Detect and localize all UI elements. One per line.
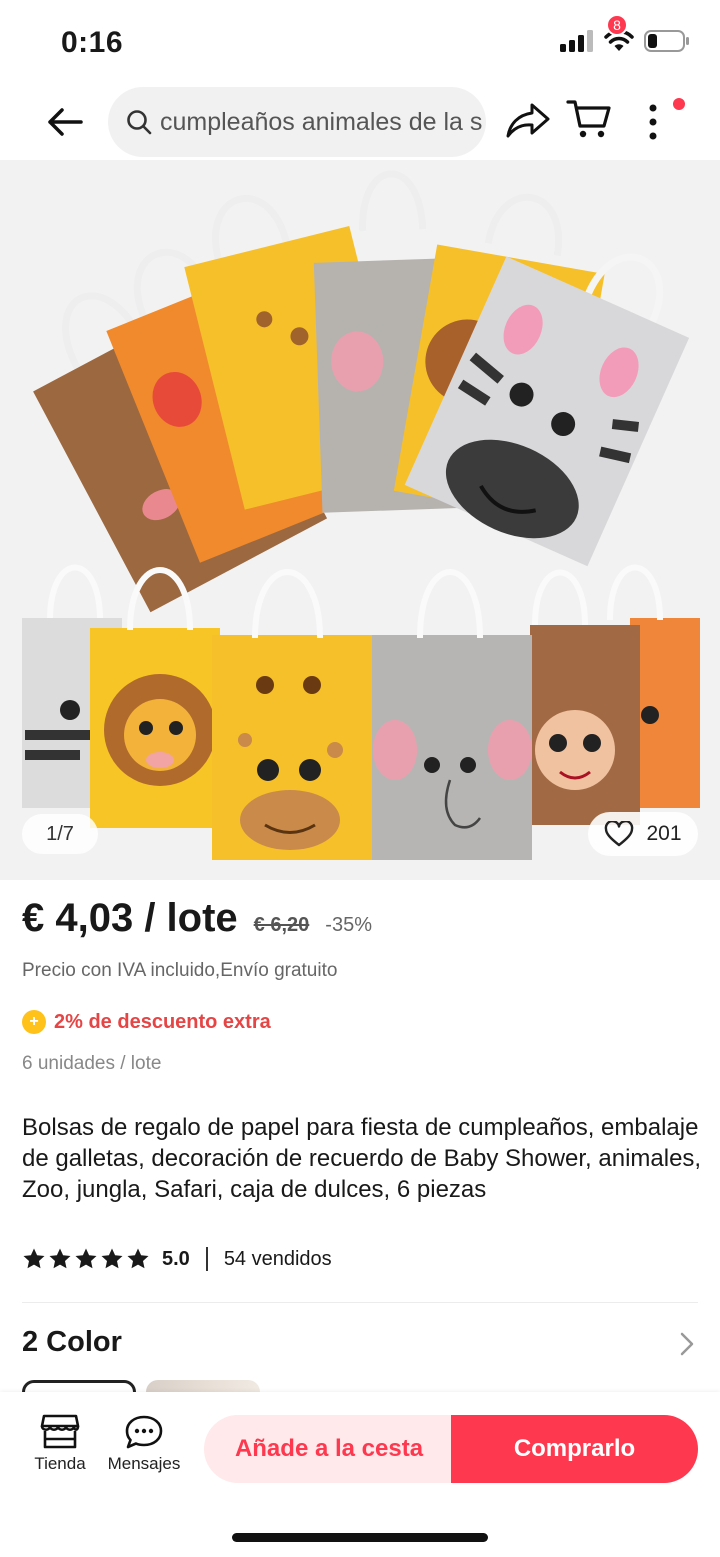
share-icon [506,103,550,138]
units-per-lot: 6 unidades / lote [22,1053,162,1074]
buy-now-button[interactable]: Comprarlo [451,1415,698,1483]
cellular-signal-icon [560,30,593,52]
sold-count: 54 vendidos [223,1247,332,1270]
home-indicator [232,1533,488,1542]
product-title[interactable]: Bolsas de regalo de papel para fiesta de… [22,1112,702,1205]
image-counter: 1/7 [22,814,98,854]
rating-row[interactable]: 5.0 54 vendidos [22,1247,332,1271]
status-icons [560,30,690,52]
store-label: Tienda [34,1454,86,1473]
battery-icon [644,30,689,52]
star-icon [49,1248,71,1269]
back-button[interactable] [40,100,90,144]
store-button[interactable]: Tienda [28,1414,92,1478]
star-icon [75,1248,97,1269]
search-bar[interactable]: cumpleaños animales de la s [108,87,486,157]
star-icon [23,1248,45,1269]
section-divider [22,1302,698,1303]
vat-shipping-note: Precio con IVA incluido,Envío gratuito [22,960,338,981]
notification-dot [673,98,685,110]
rating-separator [205,1247,208,1271]
color-selector-header[interactable]: 2 Color [22,1326,700,1366]
more-vertical-icon [649,104,657,140]
product-image-gallery[interactable]: 1/7 201 [0,160,720,880]
status-bar: 0:16 [0,0,720,84]
extra-discount-text: 2% de descuento extra [54,1010,271,1033]
current-price: € 4,03 / lote [22,896,238,940]
product-photo [0,160,720,880]
chat-bubble-icon [125,1415,163,1449]
rating-stars [22,1247,150,1271]
status-time: 0:16 [61,26,124,59]
share-button[interactable] [505,100,553,144]
color-section-title: 2 Color [22,1326,122,1358]
star-icon [101,1248,123,1269]
wishlist-count: 201 [646,822,682,845]
price-row: € 4,03 / lote € 6,20 -35% [22,896,372,941]
more-options-button[interactable] [640,100,670,144]
messages-label: Mensajes [107,1454,181,1473]
messages-button[interactable]: Mensajes [100,1414,188,1478]
top-navigation: cumpleaños animales de la s [0,84,720,160]
chevron-right-icon [680,1332,694,1356]
coin-plus-icon: + [22,1010,46,1034]
search-icon [127,110,152,135]
discount-percent: -35% [325,914,372,936]
rating-value: 5.0 [162,1247,190,1270]
original-price: € 6,20 [253,914,310,936]
store-icon [40,1414,80,1449]
shopping-cart-icon [566,100,611,138]
heart-icon [605,821,634,847]
wishlist-button[interactable]: 201 [588,812,698,856]
star-icon [127,1248,149,1269]
add-to-cart-button[interactable]: Añade a la cesta [204,1415,454,1483]
cart-button[interactable] [566,96,616,146]
arrow-left-icon [48,108,83,136]
search-query: cumpleaños animales de la s [160,107,483,136]
cart-count-badge: 8 [606,14,628,36]
extra-discount-badge[interactable]: + 2% de descuento extra [22,1010,271,1034]
